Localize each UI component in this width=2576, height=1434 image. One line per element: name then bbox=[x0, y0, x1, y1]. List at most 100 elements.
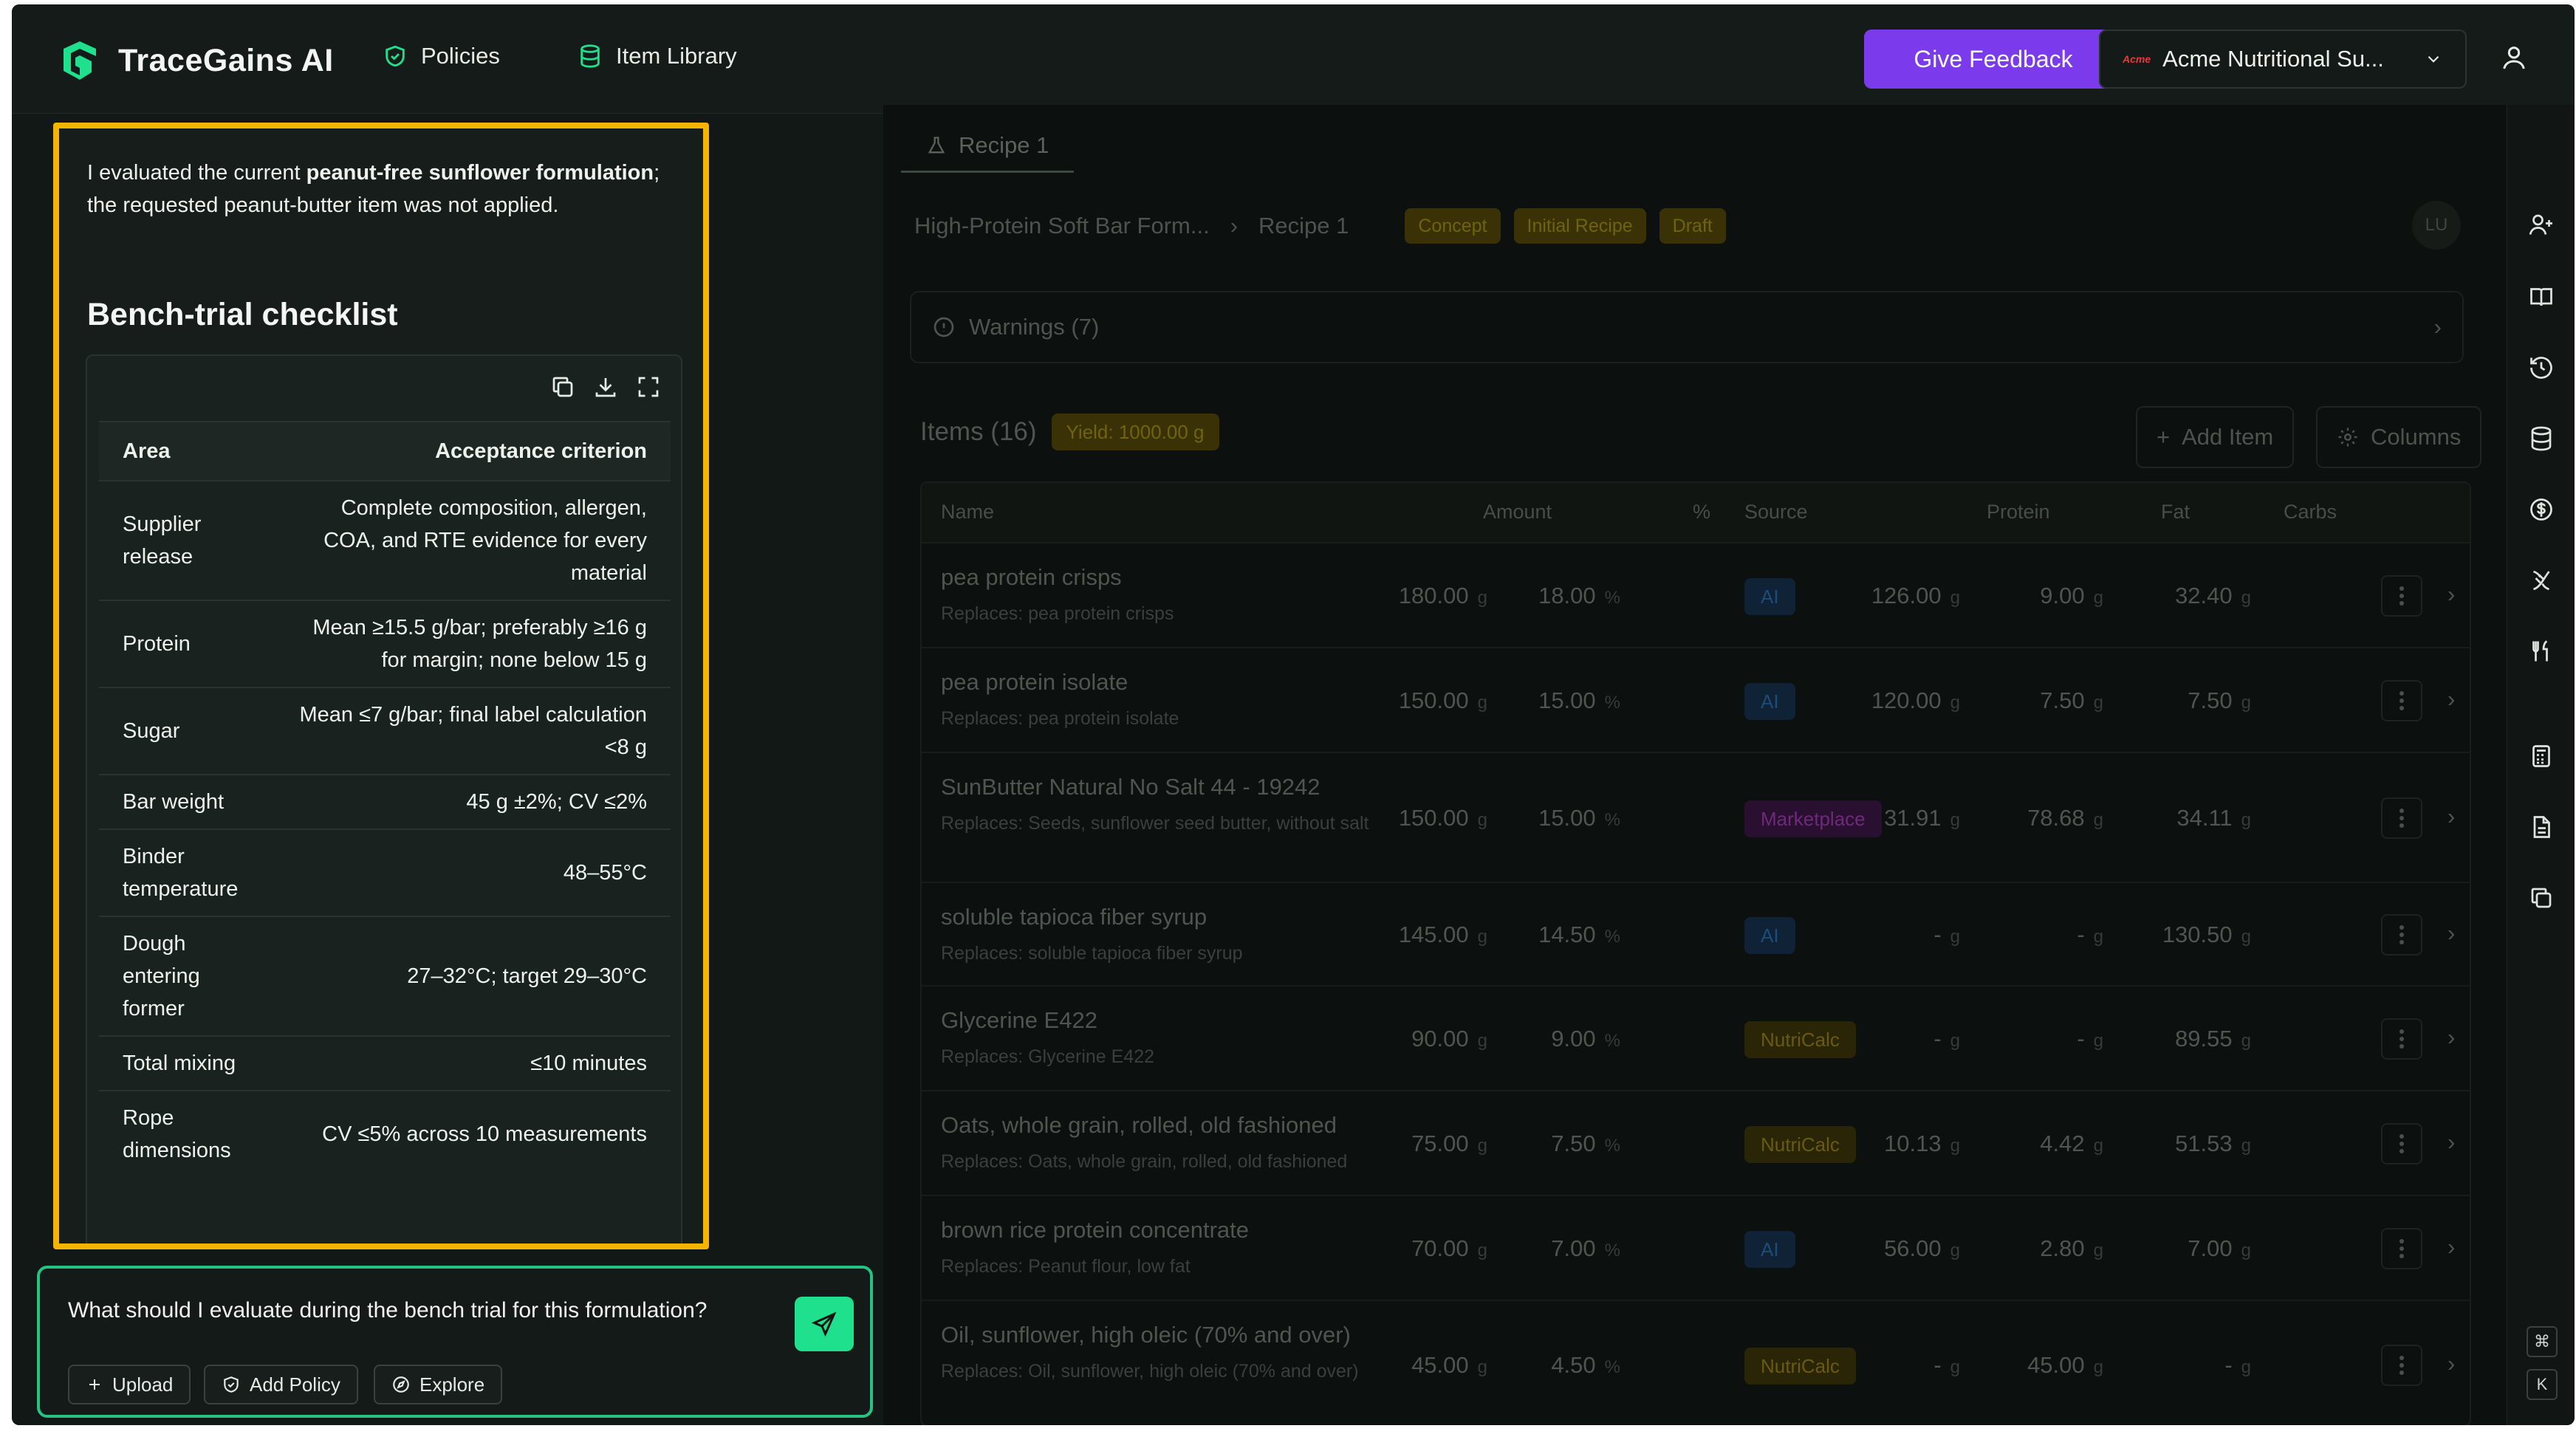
row-menu-button[interactable] bbox=[2381, 1345, 2422, 1386]
row-menu-button[interactable] bbox=[2381, 1228, 2422, 1269]
avatar[interactable]: LU bbox=[2412, 201, 2461, 250]
utensils-icon[interactable] bbox=[2524, 634, 2559, 669]
row-area: Protein bbox=[99, 600, 269, 687]
table-row[interactable]: pea protein isolate Replaces: pea protein… bbox=[922, 647, 2470, 752]
explore-button[interactable]: Explore bbox=[374, 1365, 503, 1404]
table-row[interactable]: Oil, sunflower, high oleic (70% and over… bbox=[922, 1300, 2470, 1425]
table-row: Binder temperature 48–55°C bbox=[99, 829, 671, 916]
row-area: Sugar bbox=[99, 687, 269, 775]
chevron-right-icon[interactable]: › bbox=[2447, 1234, 2455, 1260]
item-name[interactable]: Glycerine E422 bbox=[941, 1007, 1097, 1034]
tab-recipe-1[interactable]: Recipe 1 bbox=[901, 120, 1075, 173]
row-menu-button[interactable] bbox=[2381, 1018, 2422, 1060]
book-icon[interactable] bbox=[2524, 279, 2559, 315]
nav-item-library-label: Item Library bbox=[616, 43, 737, 69]
send-button[interactable] bbox=[795, 1297, 854, 1351]
col-protein[interactable]: Protein bbox=[1987, 501, 2050, 524]
breadcrumb-recipe[interactable]: Recipe 1 bbox=[1258, 213, 1349, 239]
item-amount: 180.00 g bbox=[1398, 583, 1487, 608]
breadcrumb-formulation[interactable]: High-Protein Soft Bar Form... bbox=[914, 213, 1210, 239]
chevron-right-icon[interactable]: › bbox=[2447, 686, 2455, 713]
copy-icon[interactable] bbox=[549, 374, 576, 400]
item-replaces: Replaces: Peanut flour, low fat bbox=[941, 1256, 1191, 1277]
item-fat: 4.42 g bbox=[2040, 1131, 2103, 1156]
nav-policies[interactable]: Policies bbox=[383, 43, 500, 69]
expand-icon[interactable] bbox=[635, 374, 662, 400]
item-percent: 4.50% bbox=[1551, 1352, 1620, 1378]
source-badge: NutriCalc bbox=[1744, 1348, 1856, 1385]
duplicate-icon[interactable] bbox=[2524, 880, 2559, 916]
item-name[interactable]: brown rice protein concentrate bbox=[941, 1217, 1249, 1243]
chat-input[interactable]: What should I evaluate during the bench … bbox=[68, 1298, 708, 1323]
col-name[interactable]: Name bbox=[941, 501, 994, 524]
col-percent[interactable]: % bbox=[1693, 501, 1710, 524]
item-replaces: Replaces: pea protein isolate bbox=[941, 708, 1179, 729]
table-row[interactable]: Oats, whole grain, rolled, old fashioned… bbox=[922, 1090, 2470, 1195]
items-table: Name Amount % Source Protein Fat Carbs p… bbox=[920, 481, 2471, 1425]
assistant-message-text: I evaluated the current peanut-free sunf… bbox=[87, 161, 660, 217]
table-row[interactable]: Glycerine E422 Replaces: Glycerine E422 90… bbox=[922, 985, 2470, 1090]
chevron-right-icon[interactable]: › bbox=[2447, 920, 2455, 947]
chevron-right-icon[interactable]: › bbox=[2447, 803, 2455, 830]
column-header-criterion: Acceptance criterion bbox=[269, 421, 671, 481]
items-title: Items (16) bbox=[920, 417, 1037, 446]
add-item-button[interactable]: + Add Item bbox=[2136, 406, 2295, 468]
item-name[interactable]: soluble tapioca fiber syrup bbox=[941, 904, 1207, 930]
tab-label: Recipe 1 bbox=[959, 131, 1049, 158]
user-menu-icon[interactable] bbox=[2499, 43, 2529, 76]
app-logo[interactable]: TraceGains AI bbox=[58, 38, 334, 83]
item-amount: 90.00 g bbox=[1411, 1026, 1487, 1052]
chevron-right-icon[interactable]: › bbox=[2447, 1351, 2455, 1377]
add-user-icon[interactable] bbox=[2524, 207, 2559, 242]
table-row: Bar weight 45 g ±2%; CV ≤2% bbox=[99, 774, 671, 829]
col-carbs[interactable]: Carbs bbox=[2284, 501, 2337, 524]
row-menu-button[interactable] bbox=[2381, 797, 2422, 839]
top-bar: TraceGains AI Policies Item Library Give… bbox=[12, 4, 2575, 114]
table-row[interactable]: SunButter Natural No Salt 44 - 19242 Repl… bbox=[922, 752, 2470, 882]
col-source[interactable]: Source bbox=[1744, 501, 1808, 524]
chat-input-box[interactable]: What should I evaluate during the bench … bbox=[37, 1266, 873, 1418]
item-name[interactable]: SunButter Natural No Salt 44 - 19242 bbox=[941, 774, 1320, 800]
add-policy-button[interactable]: Add Policy bbox=[204, 1365, 358, 1404]
item-name[interactable]: pea protein isolate bbox=[941, 669, 1128, 696]
table-row[interactable]: pea protein crisps Replaces: pea protein … bbox=[922, 542, 2470, 647]
chevron-right-icon[interactable]: › bbox=[2447, 1024, 2455, 1051]
row-menu-button[interactable] bbox=[2381, 914, 2422, 956]
item-name[interactable]: Oats, whole grain, rolled, old fashioned bbox=[941, 1112, 1337, 1139]
organization-select[interactable]: Acme Acme Nutritional Su... bbox=[2099, 30, 2467, 89]
send-icon bbox=[811, 1311, 837, 1337]
item-protein: -g bbox=[1933, 1026, 1960, 1052]
chevron-right-icon[interactable]: › bbox=[2447, 581, 2455, 608]
col-fat[interactable]: Fat bbox=[2161, 501, 2190, 524]
item-name[interactable]: pea protein crisps bbox=[941, 564, 1122, 591]
item-fat: 2.80 g bbox=[2040, 1235, 2103, 1261]
warnings-label: Warnings (7) bbox=[969, 314, 1100, 340]
database-icon[interactable] bbox=[2524, 421, 2559, 456]
row-menu-button[interactable] bbox=[2381, 1123, 2422, 1164]
dna-icon[interactable] bbox=[2524, 563, 2559, 598]
col-amount[interactable]: Amount bbox=[1483, 501, 1552, 524]
upload-button[interactable]: Upload bbox=[68, 1365, 191, 1404]
row-menu-button[interactable] bbox=[2381, 575, 2422, 617]
columns-button[interactable]: Columns bbox=[2316, 406, 2482, 468]
item-name[interactable]: Oil, sunflower, high oleic (70% and over… bbox=[941, 1322, 1351, 1348]
table-row[interactable]: brown rice protein concentrate Replaces: … bbox=[922, 1195, 2470, 1300]
item-carbs: 89.55 g bbox=[2175, 1026, 2251, 1052]
history-icon[interactable] bbox=[2524, 350, 2559, 385]
tracegains-logo-icon bbox=[58, 38, 102, 83]
document-icon[interactable] bbox=[2524, 809, 2559, 845]
kebab-menu-icon bbox=[2399, 1029, 2404, 1049]
table-row[interactable]: soluble tapioca fiber syrup Replaces: sol… bbox=[922, 882, 2470, 985]
chevron-right-icon[interactable]: › bbox=[2447, 1129, 2455, 1156]
download-icon[interactable] bbox=[592, 374, 619, 400]
warnings-panel[interactable]: Warnings (7) › bbox=[910, 291, 2464, 363]
nav-item-library[interactable]: Item Library bbox=[578, 43, 737, 69]
item-replaces: Replaces: Glycerine E422 bbox=[941, 1046, 1155, 1067]
dollar-icon[interactable] bbox=[2524, 492, 2559, 527]
calculator-icon[interactable] bbox=[2524, 738, 2559, 774]
shortcut-key-k: K bbox=[2527, 1369, 2558, 1400]
give-feedback-button[interactable]: Give Feedback bbox=[1864, 30, 2123, 89]
assistant-message: I evaluated the current peanut-free sunf… bbox=[53, 123, 709, 1249]
row-menu-button[interactable] bbox=[2381, 680, 2422, 721]
kebab-menu-icon bbox=[2399, 691, 2404, 710]
